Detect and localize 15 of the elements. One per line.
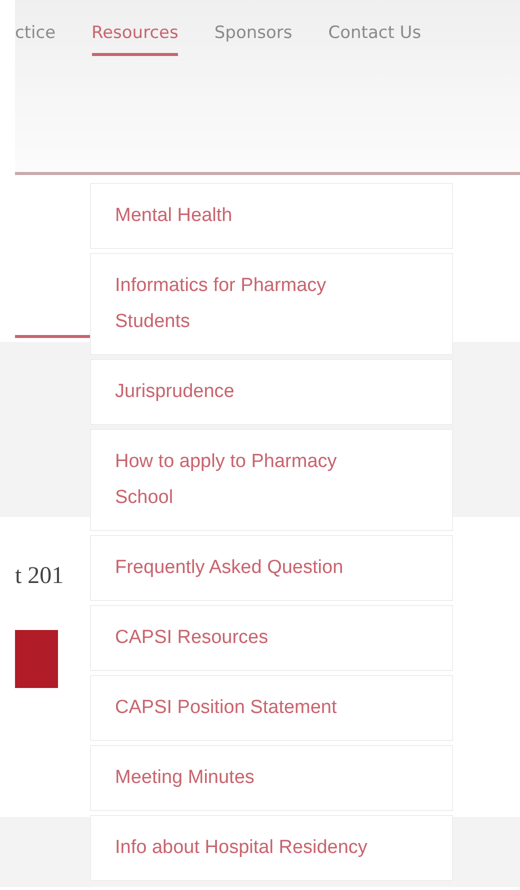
menu-item[interactable]: CAPSI Resources xyxy=(90,605,453,671)
menu-item[interactable]: CAPSI Position Statement xyxy=(90,675,453,741)
nav-link[interactable]: ctice xyxy=(15,24,56,56)
menu-item[interactable]: Meeting Minutes xyxy=(90,745,453,811)
page-heading: t 201 xyxy=(15,563,64,590)
menu-item[interactable]: How to apply to Pharmacy School xyxy=(90,429,453,531)
menu-item[interactable]: Mental Health xyxy=(90,183,453,249)
nav-link[interactable]: Contact Us xyxy=(328,24,422,56)
button[interactable] xyxy=(15,630,58,688)
menu-item[interactable]: Info about Hospital Residency xyxy=(90,815,453,881)
nav-link[interactable]: Sponsors xyxy=(214,24,292,56)
nav-link[interactable]: Resources xyxy=(92,24,178,56)
menu-item[interactable]: Jurisprudence xyxy=(90,359,453,425)
menu-item[interactable]: Informatics for Pharmacy Students xyxy=(90,253,453,355)
menu-item[interactable]: Frequently Asked Question xyxy=(90,535,453,601)
